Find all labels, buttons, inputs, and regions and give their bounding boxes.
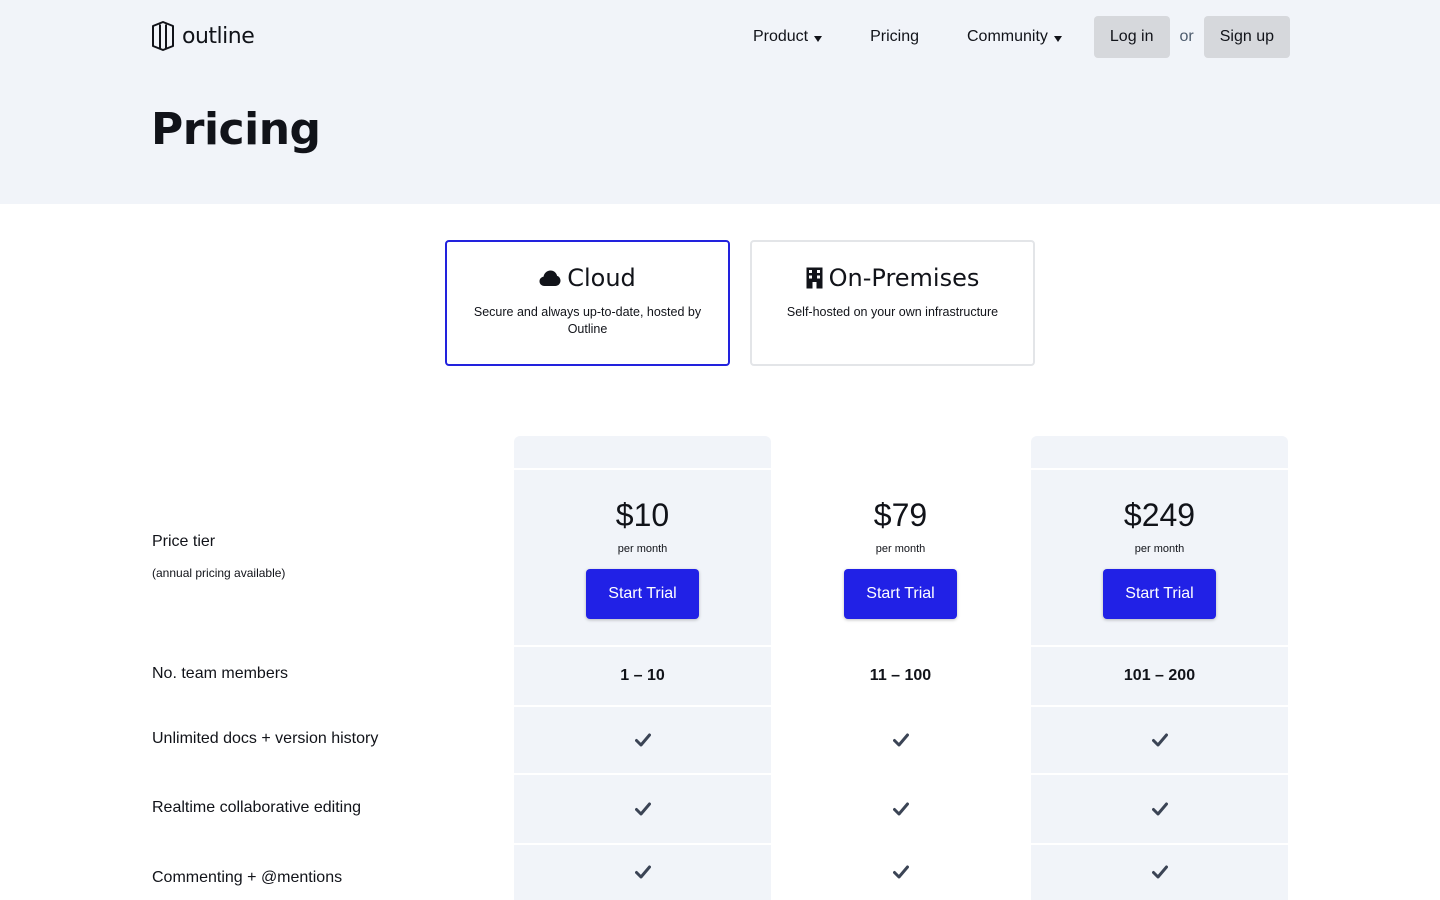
option-cloud[interactable]: Cloud Secure and always up-to-date, host… — [445, 240, 730, 366]
plan-3-header — [1031, 436, 1288, 468]
plan-2-price: $79 — [873, 496, 928, 533]
plan-2-team-cell: 11 – 100 — [772, 647, 1029, 705]
plan-3-realtime-cell — [1031, 775, 1288, 843]
check-icon — [892, 865, 909, 879]
plan-2-unlimited-docs-cell — [772, 707, 1029, 773]
signup-button[interactable]: Sign up — [1203, 16, 1290, 58]
plan-3-team-members: 101 – 200 — [1123, 667, 1196, 684]
hero-band: outline Product Pricing Community Log in… — [0, 0, 1440, 204]
row-label-price-tier-note: (annual pricing available) — [152, 566, 286, 580]
check-icon — [1151, 865, 1168, 879]
plan-1-unlimited-docs-cell — [514, 707, 771, 773]
plan-1-team-members: 1 – 10 — [620, 667, 665, 684]
row-label-team-members: No. team members — [152, 665, 289, 682]
plan-1-price-cell: $10 per month Start Trial — [514, 470, 771, 645]
brand-name: outline — [182, 23, 255, 49]
chevron-down-icon — [1053, 35, 1062, 42]
plan-1-team-cell: 1 – 10 — [514, 647, 771, 705]
plan-1-start-trial-button[interactable]: Start Trial — [586, 568, 699, 619]
plan-2-team-members: 11 – 100 — [869, 667, 932, 684]
plan-2-start-trial-button[interactable]: Start Trial — [844, 568, 957, 619]
login-button[interactable]: Log in — [1093, 16, 1170, 58]
option-on-premises[interactable]: On-Premises Self-hosted on your own infr… — [750, 240, 1035, 366]
chevron-down-icon — [814, 35, 823, 42]
row-label-price-tier: Price tier — [152, 533, 216, 550]
plan-3-price: $249 — [1123, 496, 1196, 533]
plan-2-realtime-cell — [772, 775, 1029, 843]
brand-logo[interactable]: outline — [150, 20, 255, 52]
plan-3-unlimited-docs-cell — [1031, 707, 1288, 773]
outline-logo-icon — [152, 21, 174, 51]
nav-or-text: or — [1179, 28, 1194, 45]
building-icon — [806, 267, 823, 289]
plan-3-team-cell: 101 – 200 — [1031, 647, 1288, 705]
check-icon — [634, 865, 651, 879]
plan-1-header — [514, 436, 771, 468]
top-nav: Product Pricing Community Log in or Sign… — [753, 16, 1290, 58]
plan-1-price: $10 — [615, 496, 670, 533]
nav-community[interactable]: Community — [967, 28, 1062, 46]
plan-1-commenting-cell — [514, 845, 771, 900]
plan-3-period: per month — [1134, 542, 1185, 555]
nav-pricing-label: Pricing — [870, 28, 919, 45]
plan-1-period: per month — [617, 542, 668, 555]
check-icon — [634, 802, 651, 816]
plan-1-realtime-cell — [514, 775, 771, 843]
page-title: Pricing — [151, 104, 321, 155]
plan-3-price-cell: $249 per month Start Trial — [1031, 470, 1288, 645]
check-icon — [1151, 733, 1168, 747]
row-label-commenting: Commenting + @mentions — [152, 869, 343, 886]
plan-3-start-trial-button[interactable]: Start Trial — [1103, 568, 1216, 619]
row-label-realtime-editing: Realtime collaborative editing — [152, 799, 361, 816]
cloud-icon — [539, 270, 561, 286]
plan-2-price-cell: $79 per month Start Trial — [772, 470, 1029, 645]
check-icon — [892, 802, 909, 816]
nav-community-label: Community — [967, 28, 1048, 45]
option-on-premises-title: On-Premises — [828, 264, 980, 292]
plan-2-period: per month — [875, 542, 926, 555]
option-cloud-description: Secure and always up-to-date, hosted by … — [473, 305, 702, 336]
option-on-premises-description: Self-hosted on your own infrastructure — [786, 305, 999, 319]
nav-pricing[interactable]: Pricing — [870, 28, 919, 46]
nav-product[interactable]: Product — [752, 28, 823, 46]
row-label-unlimited-docs: Unlimited docs + version history — [152, 730, 379, 747]
option-cloud-title: Cloud — [567, 264, 636, 292]
plan-2-commenting-cell — [772, 845, 1029, 900]
option-on-premises-head: On-Premises — [752, 264, 1033, 292]
check-icon — [634, 733, 651, 747]
plan-3-commenting-cell — [1031, 845, 1288, 900]
check-icon — [1151, 802, 1168, 816]
check-icon — [892, 733, 909, 747]
option-cloud-head: Cloud — [447, 264, 728, 292]
nav-product-label: Product — [752, 28, 809, 45]
